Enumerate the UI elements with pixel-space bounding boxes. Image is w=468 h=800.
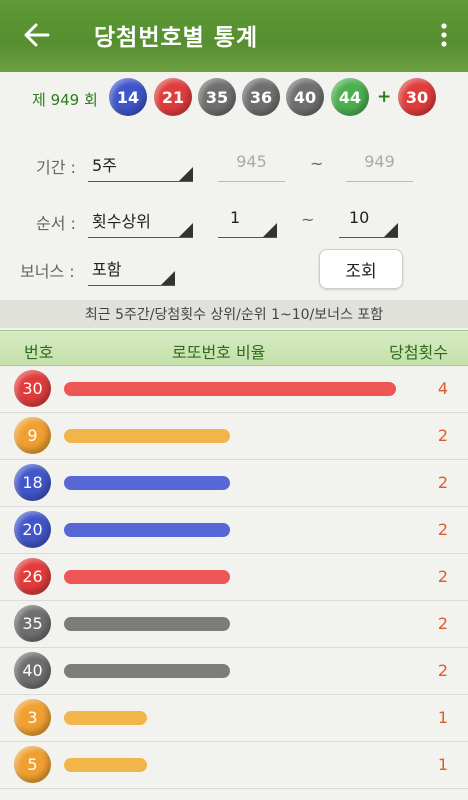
dropdown-arrow-icon — [161, 271, 175, 285]
ratio-bar — [64, 382, 396, 396]
table-row: 18 2 — [0, 460, 468, 507]
period-to-field[interactable]: 949 — [346, 148, 413, 182]
row-number-ball: 18 — [14, 464, 51, 501]
win-count: 1 — [437, 708, 448, 727]
row-number-ball: 40 — [14, 652, 51, 689]
order-to-value: 10 — [349, 208, 370, 227]
table-row: 31 — [0, 695, 468, 742]
order-to-select[interactable]: 10 — [339, 204, 398, 238]
win-count: 2 — [437, 567, 448, 586]
order-select[interactable]: 횟수상위 — [88, 204, 193, 238]
row-number-ball: 3 — [14, 699, 51, 736]
bonus-number-ball: 30 — [398, 78, 436, 116]
table-header: 번호 로또번호 비율 당첨횟수 — [0, 330, 468, 366]
round-label: 제 949 회 — [32, 91, 98, 109]
ratio-bar — [64, 758, 147, 772]
ratio-bar — [64, 617, 230, 631]
order-select-value: 횟수상위 — [92, 212, 151, 231]
page-title: 당첨번호별 통계 — [94, 25, 259, 51]
row-number-ball: 35 — [14, 605, 51, 642]
bonus-select[interactable]: 포함 — [88, 252, 175, 286]
bonus-plus: + — [377, 87, 392, 107]
table-row: 20 2 — [0, 507, 468, 554]
table-row: 51 — [0, 742, 468, 789]
search-button[interactable]: 조회 — [319, 249, 403, 289]
win-count: 1 — [437, 755, 448, 774]
app-bar: 당첨번호별 통계 — [0, 0, 468, 72]
draw-number-ball: 14 — [109, 78, 147, 116]
table-row: 26 2 — [0, 554, 468, 601]
row-number-ball: 30 — [14, 370, 51, 407]
win-count: 4 — [437, 379, 448, 398]
query-summary: 최근 5주간/당첨횟수 상위/순위 1~10/보너스 포함 — [0, 300, 468, 328]
ratio-bar — [64, 523, 230, 537]
row-number-ball: 26 — [14, 558, 51, 595]
dropdown-arrow-icon — [263, 223, 277, 237]
win-count: 2 — [437, 614, 448, 633]
dropdown-arrow-icon — [179, 167, 193, 181]
period-select[interactable]: 5주 — [88, 148, 193, 182]
period-from-field[interactable]: 945 — [218, 148, 285, 182]
order-tilde: ~ — [301, 210, 315, 229]
ratio-bar — [64, 429, 230, 443]
bonus-label: 보너스 : — [20, 262, 75, 281]
win-count: 2 — [437, 661, 448, 680]
win-count: 2 — [437, 473, 448, 492]
order-from-select[interactable]: 1 — [218, 204, 277, 238]
table-row: 35 2 — [0, 601, 468, 648]
table-row: 92 — [0, 413, 468, 460]
period-tilde: ~ — [310, 154, 324, 173]
row-number-ball: 20 — [14, 511, 51, 548]
table-row: 30 4 — [0, 366, 468, 413]
win-count: 2 — [437, 520, 448, 539]
period-select-value: 5주 — [92, 156, 117, 175]
ratio-bar — [64, 711, 147, 725]
bonus-select-value: 포함 — [92, 260, 122, 279]
row-number-ball: 5 — [14, 746, 51, 783]
order-label: 순서 : — [36, 214, 76, 233]
header-ratio: 로또번호 비율 — [172, 343, 266, 362]
period-label: 기간 : — [36, 158, 76, 177]
dropdown-arrow-icon — [384, 223, 398, 237]
draw-number-ball: 44 — [331, 78, 369, 116]
stats-list[interactable]: 30 4 9 2 18 2 20 2 26 2 35 2 40 2 3 1 5 1 — [0, 366, 468, 789]
draw-number-ball: 36 — [242, 78, 280, 116]
draw-number-ball: 21 — [154, 78, 192, 116]
order-from-value: 1 — [230, 208, 241, 227]
win-count: 2 — [437, 426, 448, 445]
ratio-bar — [64, 476, 230, 490]
dropdown-arrow-icon — [179, 223, 193, 237]
draw-number-ball: 35 — [198, 78, 236, 116]
ratio-bar — [64, 664, 230, 678]
more-options-icon[interactable] — [440, 22, 448, 48]
row-number-ball: 9 — [14, 417, 51, 454]
draw-number-ball: 40 — [286, 78, 324, 116]
back-arrow-icon[interactable] — [22, 20, 52, 50]
ratio-bar — [64, 570, 230, 584]
table-row: 40 2 — [0, 648, 468, 695]
header-number: 번호 — [24, 343, 54, 362]
header-count: 당첨횟수 — [389, 343, 448, 362]
